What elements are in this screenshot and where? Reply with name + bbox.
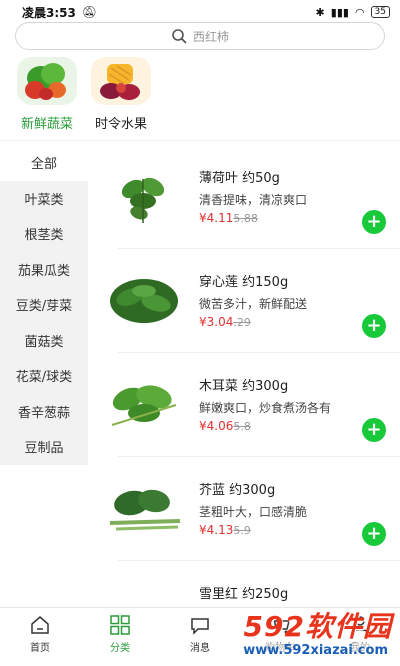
grid-icon bbox=[110, 615, 130, 635]
sidebar-item-spices-onion-garlic[interactable]: 香辛葱蒜 bbox=[0, 393, 88, 429]
sidebar-item-nightshade-gourd[interactable]: 茄果瓜类 bbox=[0, 251, 88, 287]
product-name: 薄荷叶 约50g bbox=[199, 171, 280, 186]
add-to-cart-button[interactable]: + bbox=[362, 418, 386, 442]
tab-label: 消息 bbox=[190, 643, 210, 654]
tab-profile[interactable]: 我的 bbox=[320, 608, 400, 666]
product-item[interactable]: 雪里红 约250g bbox=[88, 561, 400, 607]
product-item[interactable]: 穿心莲 约150g 微苦多汁，新鲜配送 ¥3.04.29 + bbox=[88, 249, 400, 353]
malabar-spinach-icon bbox=[100, 367, 188, 443]
tab-label: 分类 bbox=[110, 643, 130, 654]
section-divider bbox=[0, 140, 400, 141]
current-price: ¥4.06 bbox=[199, 419, 234, 433]
add-to-cart-button[interactable]: + bbox=[362, 314, 386, 338]
original-price: 5.88 bbox=[233, 212, 258, 225]
sidebar-item-leafy[interactable]: 叶菜类 bbox=[0, 180, 88, 216]
tab-label: 我的 bbox=[350, 643, 370, 654]
mute-bell-icon: 🔕︎ bbox=[81, 5, 98, 19]
tab-messages[interactable]: 消息 bbox=[160, 608, 240, 666]
product-price: ¥4.115.88 bbox=[199, 211, 258, 225]
product-item[interactable]: 芥蓝 约300g 茎粗叶大，口感清脆 ¥4.135.9 + bbox=[88, 457, 400, 561]
original-price: .29 bbox=[233, 316, 251, 329]
product-name: 雪里红 约250g bbox=[199, 587, 289, 602]
sidebar-item-beans-sprouts[interactable]: 豆类/芽菜 bbox=[0, 287, 88, 323]
top-category-label: 新鲜蔬菜 bbox=[20, 117, 73, 132]
add-to-cart-button[interactable]: + bbox=[362, 522, 386, 546]
sidebar-item-root[interactable]: 根茎类 bbox=[0, 216, 88, 252]
message-icon bbox=[191, 618, 209, 635]
product-name: 穿心莲 约150g bbox=[199, 275, 289, 290]
original-price: 5.9 bbox=[233, 524, 251, 537]
search-icon bbox=[172, 29, 187, 44]
current-price: ¥3.04 bbox=[199, 315, 234, 329]
chinese-kale-icon bbox=[100, 471, 188, 547]
top-category-fruits[interactable]: 时令水果 bbox=[88, 57, 154, 132]
product-description: 鲜嫩爽口，炒食煮汤各有 bbox=[199, 401, 332, 415]
battery-icon: 35 bbox=[370, 6, 390, 18]
tab-category[interactable]: 分类 bbox=[80, 608, 160, 666]
top-category-label: 时令水果 bbox=[94, 117, 147, 132]
fruit-plate-icon bbox=[91, 57, 151, 105]
sidebar-item-mushrooms[interactable]: 菌菇类 bbox=[0, 322, 88, 358]
vegetables-basket-icon bbox=[17, 57, 77, 105]
wifi-icon: ◠ bbox=[354, 5, 365, 19]
product-list: 薄荷叶 约50g 清香提味，清凉爽口 ¥4.115.88 + 穿心莲 约150g… bbox=[88, 145, 400, 607]
product-name: 木耳菜 约300g bbox=[199, 379, 289, 394]
user-icon bbox=[351, 616, 369, 635]
tab-label: 首页 bbox=[30, 643, 50, 654]
product-description: 茎粗叶大，口感清脆 bbox=[199, 505, 308, 519]
product-price: ¥3.04.29 bbox=[199, 315, 251, 329]
tab-home[interactable]: 首页 bbox=[0, 608, 80, 666]
product-price: ¥4.065.8 bbox=[199, 419, 251, 433]
product-description: 清香提味，清凉爽口 bbox=[199, 193, 308, 207]
category-sidebar: 全部 叶菜类 根茎类 茄果瓜类 豆类/芽菜 菌菇类 花菜/球类 香辛葱蒜 豆制品 bbox=[0, 145, 88, 465]
potherb-mustard-icon bbox=[100, 575, 188, 607]
original-price: 5.8 bbox=[233, 420, 251, 433]
mint-leaves-icon bbox=[100, 159, 188, 235]
search-bar[interactable]: 西红柿 bbox=[15, 22, 385, 50]
product-description: 微苦多汁，新鲜配送 bbox=[199, 297, 308, 311]
sidebar-item-all[interactable]: 全部 bbox=[0, 145, 88, 181]
product-price: ¥4.135.9 bbox=[199, 523, 251, 537]
sidebar-item-tofu[interactable]: 豆制品 bbox=[0, 429, 88, 465]
sidebar-item-cauliflower-ball[interactable]: 花菜/球类 bbox=[0, 358, 88, 394]
cellular-signal-icon: ▮▮▮ bbox=[330, 5, 349, 19]
top-category-vegetables[interactable]: 新鲜蔬菜 bbox=[14, 57, 80, 132]
add-to-cart-button[interactable]: + bbox=[362, 210, 386, 234]
current-price: ¥4.11 bbox=[199, 211, 234, 225]
bluetooth-icon: ✱ bbox=[315, 5, 325, 19]
home-icon bbox=[31, 616, 49, 634]
current-price: ¥4.13 bbox=[199, 523, 234, 537]
andrographis-icon bbox=[100, 263, 188, 339]
product-name: 芥蓝 约300g bbox=[199, 483, 276, 498]
tab-cart[interactable]: 购物车 bbox=[240, 608, 320, 666]
search-placeholder: 西红柿 bbox=[192, 29, 229, 44]
cart-icon bbox=[271, 617, 290, 634]
status-bar: 凌晨3:53 🔕︎ ✱ ▮▮▮ ◠ 35 bbox=[0, 0, 400, 24]
tab-label: 购物车 bbox=[265, 643, 295, 654]
status-time: 凌晨3:53 bbox=[22, 5, 76, 20]
status-icons: ✱ ▮▮▮ ◠ 35 bbox=[316, 6, 390, 19]
bottom-tab-bar: 首页 分类 消息 购物车 我的 bbox=[0, 607, 400, 666]
product-item[interactable]: 木耳菜 约300g 鲜嫩爽口，炒食煮汤各有 ¥4.065.8 + bbox=[88, 353, 400, 457]
product-item[interactable]: 薄荷叶 约50g 清香提味，清凉爽口 ¥4.115.88 + bbox=[88, 145, 400, 249]
